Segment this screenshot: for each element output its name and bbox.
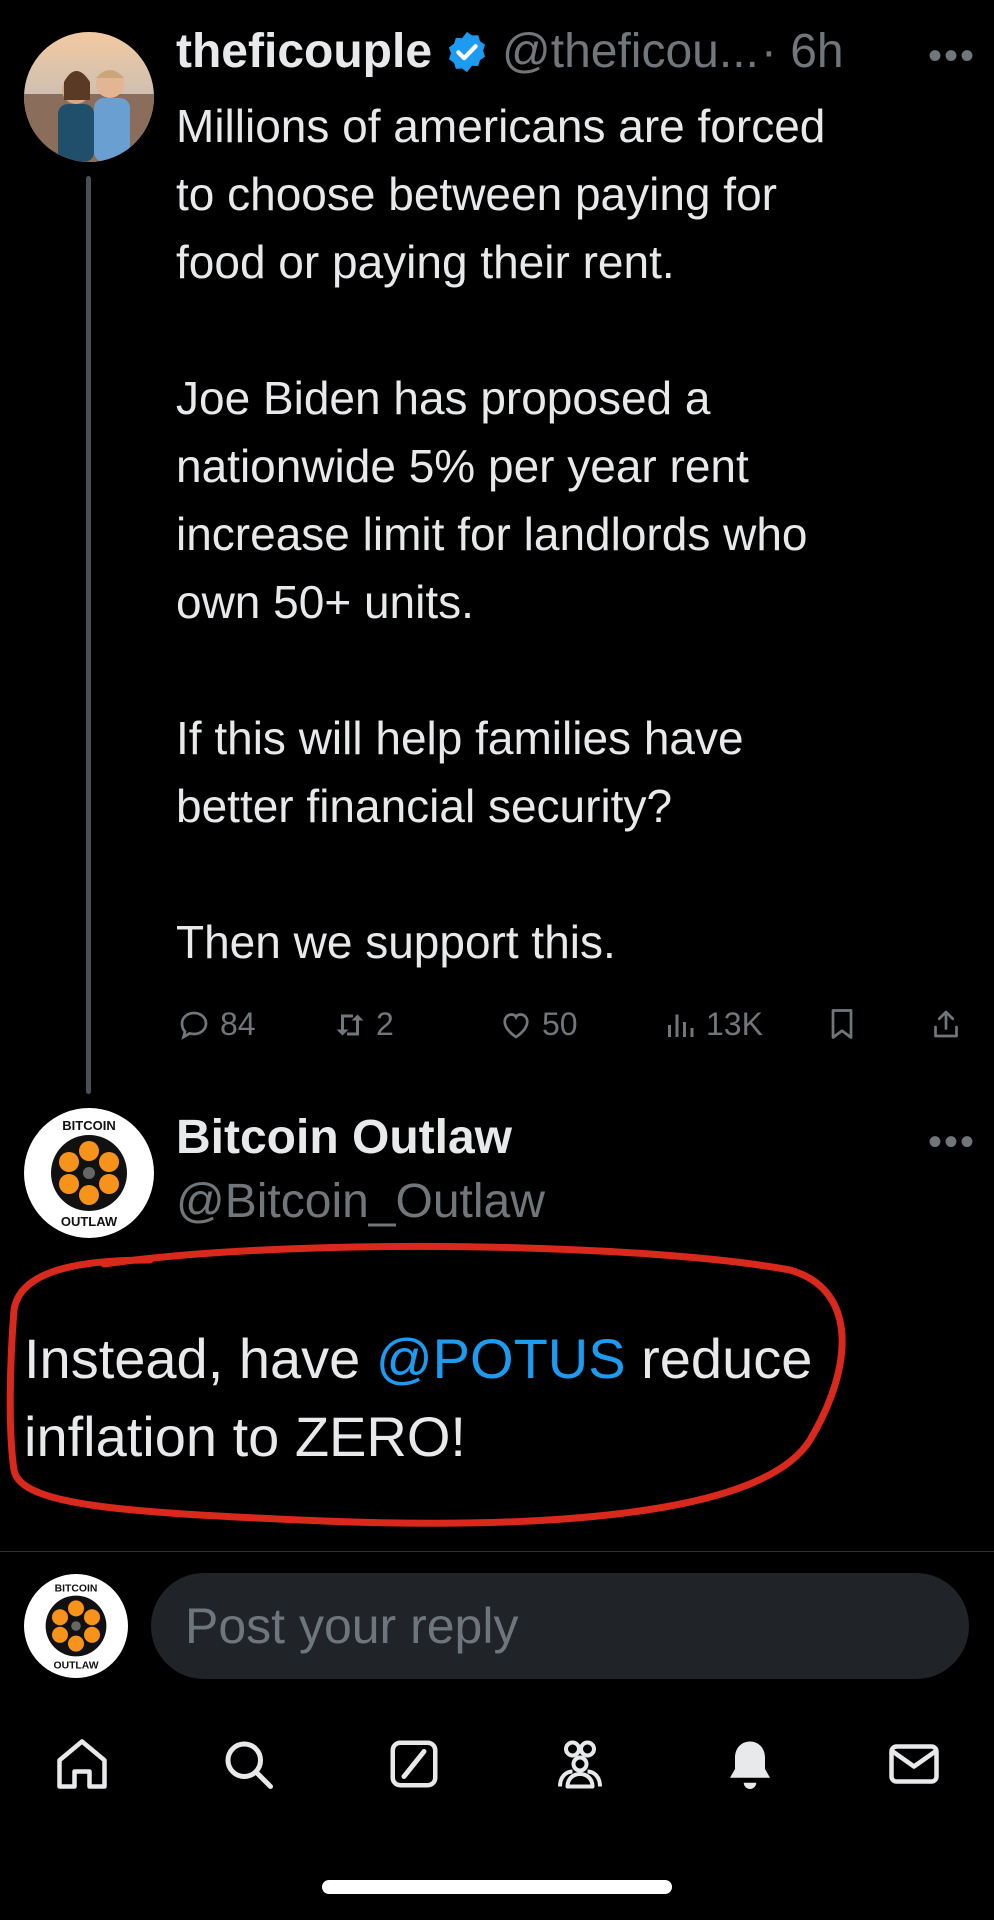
composer-logo-bottom-text: OUTLAW <box>53 1660 98 1671</box>
logo-bottom-text: OUTLAW <box>61 1214 118 1229</box>
bottom-nav <box>0 1730 994 1800</box>
views-count: 13K <box>706 1006 763 1042</box>
divider <box>0 1551 994 1552</box>
reply-author-handle[interactable]: @Bitcoin_Outlaw <box>176 1174 545 1229</box>
reply-input[interactable]: Post your reply <box>151 1573 969 1679</box>
views-icon <box>668 1014 694 1037</box>
reply-icon <box>180 1011 208 1040</box>
messages-icon[interactable] <box>884 1734 944 1794</box>
grok-icon[interactable] <box>384 1734 444 1794</box>
tweet-actions: 84 2 50 13K <box>176 1006 966 1050</box>
views-button[interactable]: 13K <box>662 1006 763 1043</box>
repost-count: 2 <box>376 1006 394 1042</box>
thread-line <box>86 176 91 1094</box>
more-options-icon[interactable]: ••• <box>928 34 976 79</box>
notifications-icon[interactable] <box>720 1734 780 1794</box>
logo-top-text: BITCOIN <box>62 1118 115 1133</box>
heart-icon <box>503 1012 529 1039</box>
author-handle[interactable]: @theficou... <box>502 24 759 79</box>
repost-button[interactable]: 2 <box>332 1006 394 1043</box>
verified-badge-icon <box>444 29 490 75</box>
like-button[interactable]: 50 <box>498 1006 578 1043</box>
bookmark-button[interactable] <box>824 1006 860 1042</box>
bookmark-icon <box>831 1009 853 1039</box>
reply-more-options-icon[interactable]: ••• <box>928 1120 976 1165</box>
composer-avatar[interactable]: BITCOIN OUTLAW <box>24 1574 128 1678</box>
tweet-time[interactable]: · 6h <box>761 24 844 79</box>
composer-logo-top-text: BITCOIN <box>55 1584 98 1595</box>
reply-author-name[interactable]: Bitcoin Outlaw <box>176 1110 512 1165</box>
reply-author-avatar[interactable]: BITCOIN OUTLAW <box>24 1108 154 1238</box>
author-avatar[interactable] <box>24 32 154 162</box>
communities-icon[interactable] <box>550 1734 610 1794</box>
search-icon[interactable] <box>218 1734 278 1794</box>
share-icon <box>934 1010 958 1038</box>
tweet-text: Millions of americans are forced to choo… <box>176 100 826 968</box>
home-icon[interactable] <box>52 1734 112 1794</box>
author-name[interactable]: theficouple <box>176 24 432 79</box>
tweet-header: theficouple @theficou... · 6h <box>176 24 844 79</box>
annotation-circle <box>6 1242 846 1527</box>
like-count: 50 <box>542 1006 578 1042</box>
share-button[interactable] <box>928 1006 964 1042</box>
reply-button[interactable]: 84 <box>176 1006 256 1043</box>
repost-icon <box>336 1014 364 1035</box>
reply-count: 84 <box>220 1006 256 1042</box>
home-indicator[interactable] <box>322 1880 672 1894</box>
